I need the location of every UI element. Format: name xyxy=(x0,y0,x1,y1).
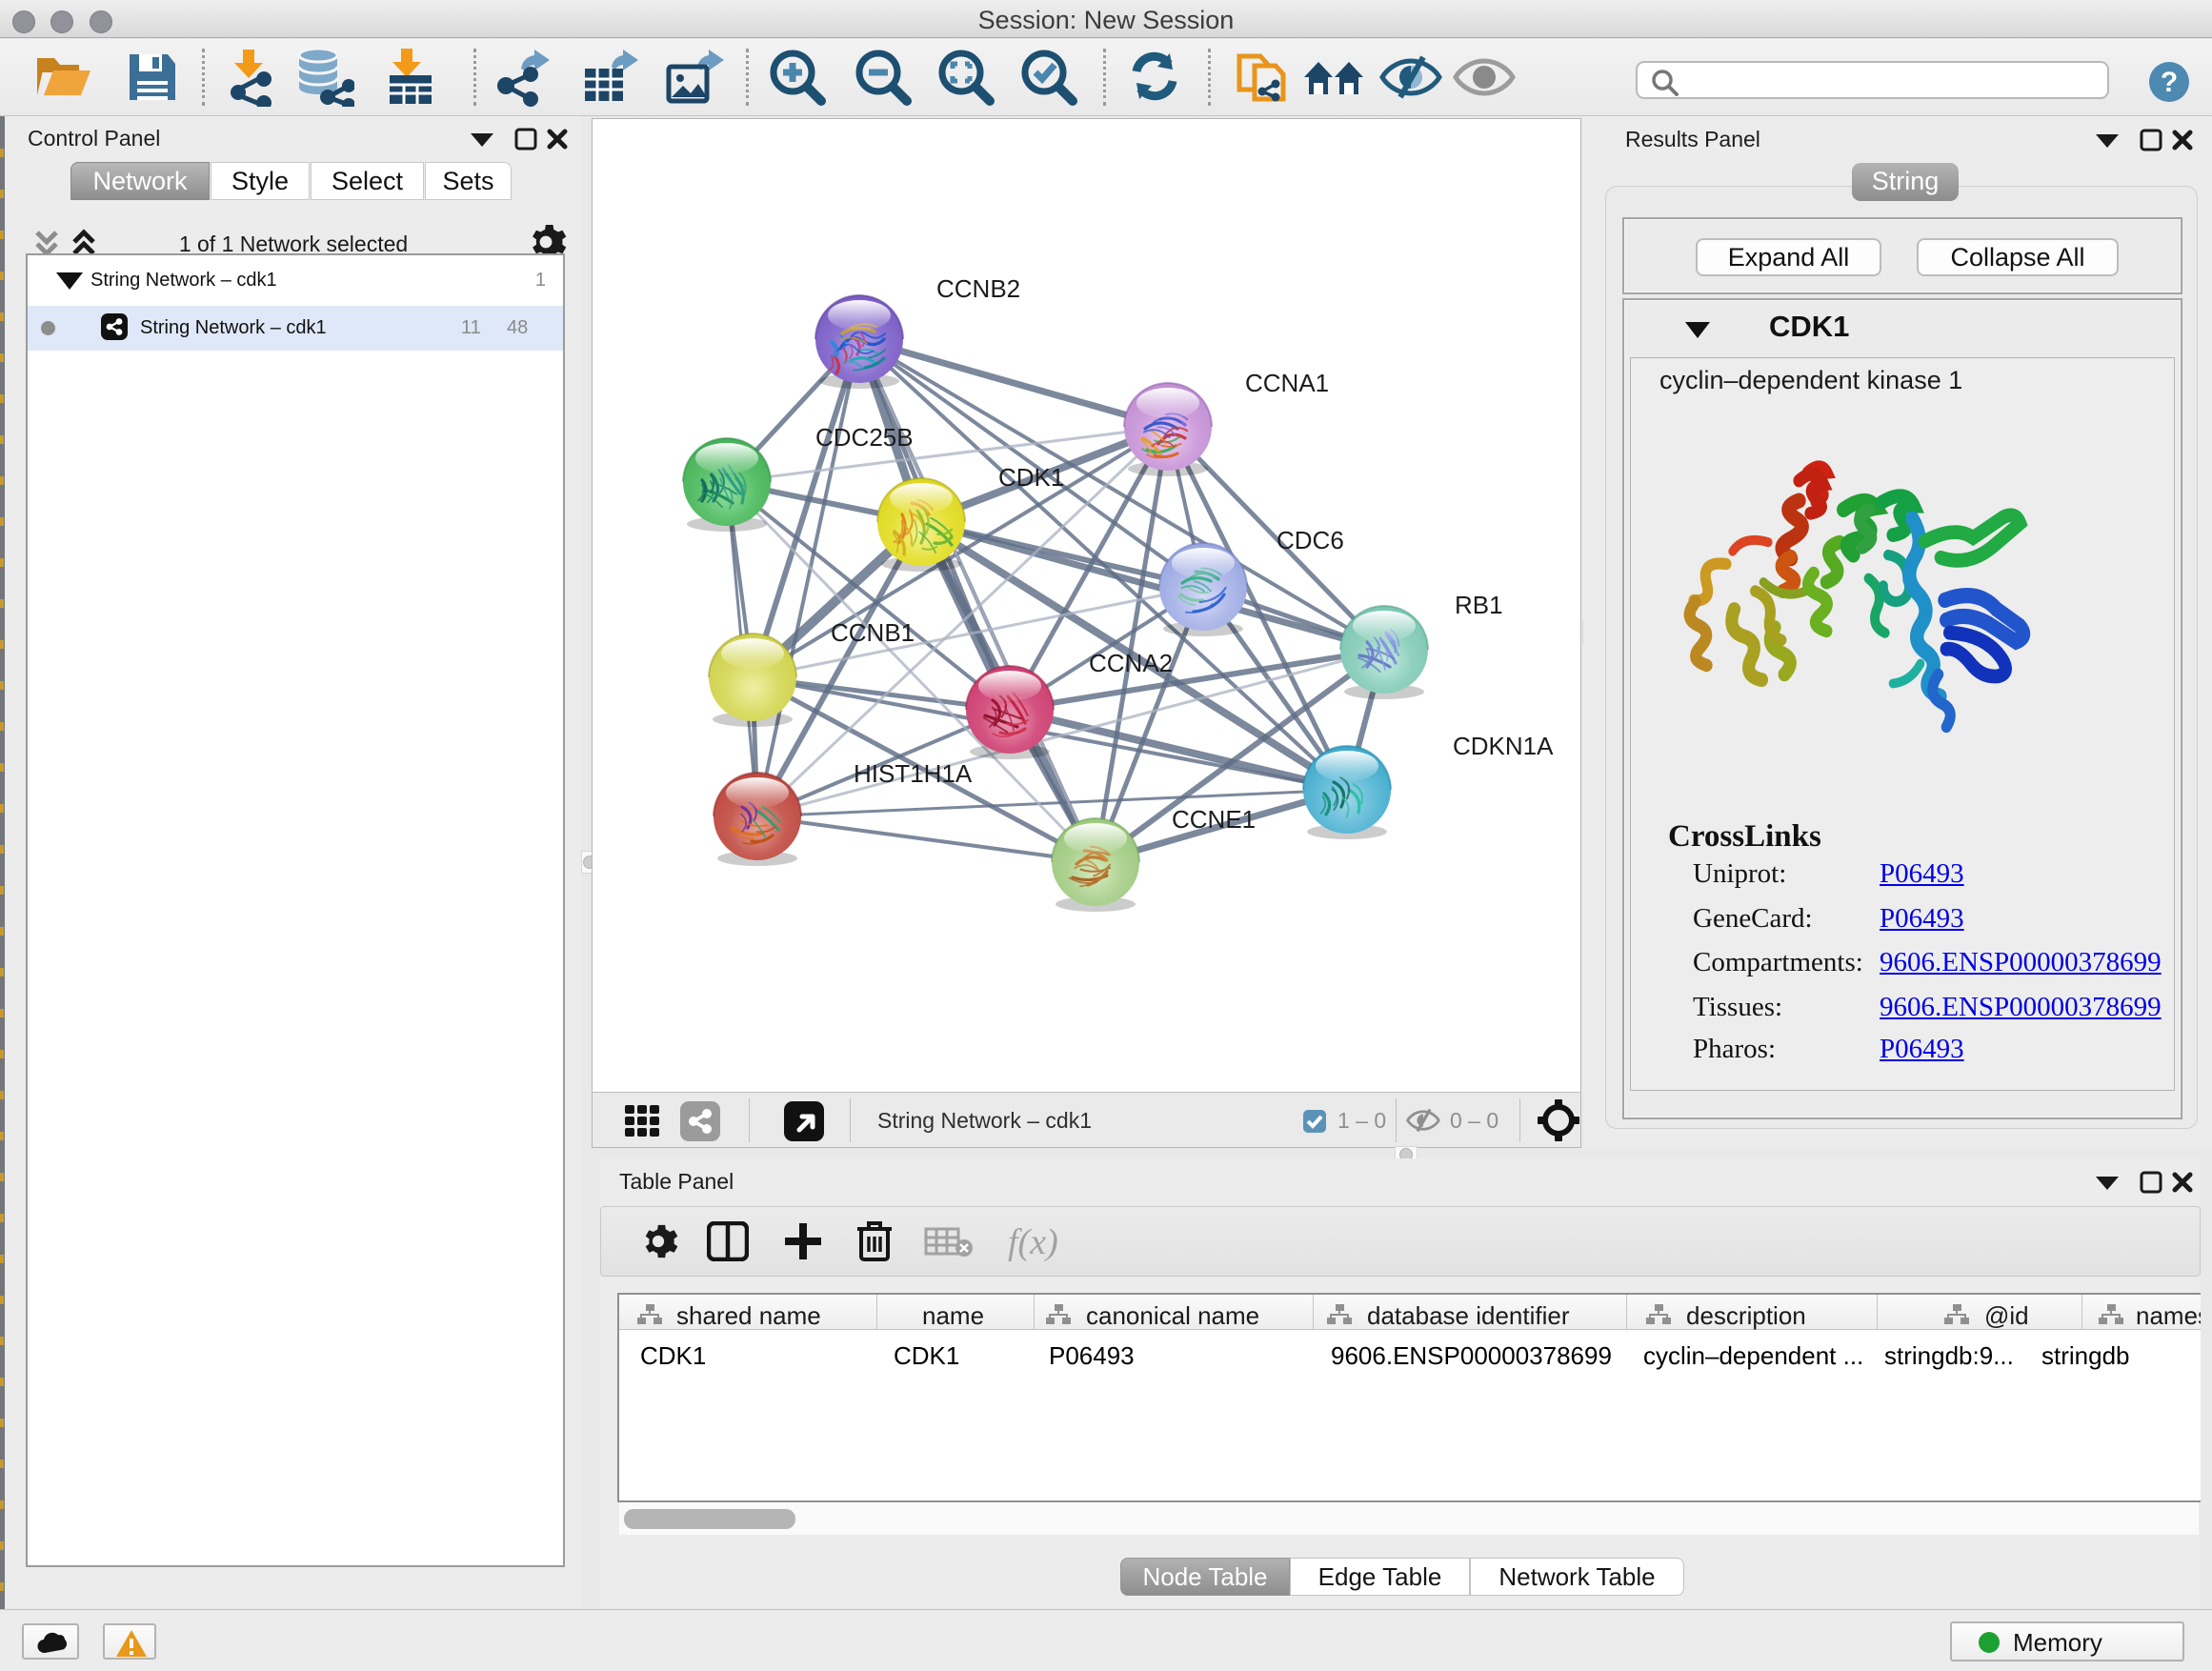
svg-text:?: ? xyxy=(2161,67,2178,98)
svg-text:CDC25B: CDC25B xyxy=(815,423,914,452)
svg-text:CCNA1: CCNA1 xyxy=(1245,369,1329,397)
svg-text:CCNA2: CCNA2 xyxy=(1089,649,1173,677)
svg-text:CDK1: CDK1 xyxy=(998,463,1064,492)
svg-text:CDKN1A: CDKN1A xyxy=(1453,732,1554,760)
svg-text:CCNB1: CCNB1 xyxy=(831,618,915,647)
svg-text:CCNE1: CCNE1 xyxy=(1172,805,1256,834)
svg-text:HIST1H1A: HIST1H1A xyxy=(854,759,973,788)
svg-text:CDC6: CDC6 xyxy=(1277,526,1344,554)
svg-text:CCNB2: CCNB2 xyxy=(936,274,1020,303)
svg-text:RB1: RB1 xyxy=(1455,591,1503,619)
